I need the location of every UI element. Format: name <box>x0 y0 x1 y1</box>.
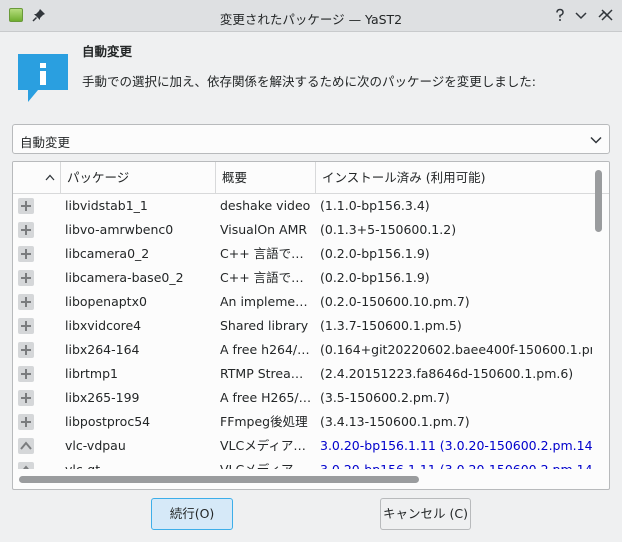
package-version: (0.2.0-150600.10.pm.7) <box>320 294 470 309</box>
package-version: (3.4.13-150600.1.pm.7) <box>320 414 470 429</box>
package-summary: A free h264/avc <box>220 342 312 357</box>
table-header: パッケージ 概要 インストール済み (利用可能) <box>13 162 609 194</box>
table-body: libvidstab1_1 deshake video (1.1.0-bp156.3… <box>13 194 593 469</box>
package-name: libcamera-base0_2 <box>65 270 184 285</box>
install-status-icon[interactable] <box>18 198 34 214</box>
info-icon <box>18 54 68 102</box>
install-status-icon[interactable] <box>18 414 34 430</box>
table-row[interactable]: libvidstab1_1 deshake video (1.1.0-bp156.3… <box>13 194 593 218</box>
table-row[interactable]: libx264-164 A free h264/avc (0.164+git2022… <box>13 338 593 362</box>
table-row[interactable]: libopenaptx0 An implementation (0.2.0-1506… <box>13 290 593 314</box>
package-name: libopenaptx0 <box>65 294 147 309</box>
package-version: (0.1.3+5-150600.1.2) <box>320 222 457 237</box>
package-summary: C++ 言語で複数 <box>220 246 312 261</box>
package-name: libcamera0_2 <box>65 246 150 261</box>
install-status-icon[interactable] <box>18 342 34 358</box>
sort-ascending-icon <box>45 174 55 181</box>
package-summary: VisualOn AMR <box>220 222 308 237</box>
package-summary: VLCメディアプレーヤー <box>220 458 312 469</box>
install-status-icon[interactable] <box>18 318 34 334</box>
cancel-button[interactable]: キャンセル (C) <box>380 498 471 530</box>
table-row[interactable]: libpostproc54 FFmpeg後処理 (3.4.13-150600.1.p… <box>13 410 593 434</box>
table-row[interactable]: vlc-vdpau VLCメディアプレーヤー 3.0.20-bp156.1.11 (… <box>13 434 593 458</box>
close-icon[interactable] <box>599 7 615 23</box>
package-summary: C++ 言語で複数 <box>220 270 312 285</box>
title-bar: 変更されたパッケージ — YaST2 <box>0 0 622 32</box>
package-version: (0.2.0-bp156.1.9) <box>320 270 430 285</box>
column-header-package[interactable]: パッケージ <box>61 162 216 193</box>
install-status-icon[interactable] <box>18 390 34 406</box>
filter-selected-value: 自動変更 <box>20 135 71 150</box>
install-status-icon[interactable] <box>18 246 34 262</box>
horizontal-scrollbar-thumb[interactable] <box>19 476 419 483</box>
chevron-down-icon <box>590 136 602 144</box>
update-status-icon[interactable] <box>18 438 34 454</box>
column-header-summary[interactable]: 概要 <box>216 162 316 193</box>
package-version: (1.1.0-bp156.3.4) <box>320 198 430 213</box>
package-name: libx265-199 <box>65 390 140 405</box>
table-row[interactable]: libcamera0_2 C++ 言語で複数 (0.2.0-bp156.1.9) <box>13 242 593 266</box>
package-name: libpostproc54 <box>65 414 151 429</box>
package-version: (0.2.0-bp156.1.9) <box>320 246 430 261</box>
package-name: vlc-vdpau <box>65 438 126 453</box>
install-status-icon[interactable] <box>18 294 34 310</box>
table-row[interactable]: librtmp1 RTMP Streaming (2.4.20151223.fa86… <box>13 362 593 386</box>
package-summary: RTMP Streaming <box>220 366 312 381</box>
package-summary: VLCメディアプレーヤー <box>220 438 312 453</box>
column-header-version[interactable]: インストール済み (利用可能) <box>316 162 592 193</box>
package-name: libvo-amrwbenc0 <box>65 222 174 237</box>
package-summary: deshake video <box>220 198 311 213</box>
install-status-icon[interactable] <box>18 366 34 382</box>
table-row[interactable]: vlc-qt VLCメディアプレーヤー 3.0.20-bp156.1.11 (3.0… <box>13 458 593 469</box>
filter-select[interactable]: 自動変更 <box>12 124 610 154</box>
package-version: (2.4.20151223.fa8646d-150600.1.pm.6) <box>320 366 574 381</box>
package-version: (1.3.7-150600.1.pm.5) <box>320 318 462 333</box>
package-version: (0.164+git20220602.baee400f-150600.1.pm.… <box>320 342 592 357</box>
install-status-icon[interactable] <box>18 222 34 238</box>
vertical-scrollbar-thumb[interactable] <box>595 170 602 232</box>
package-name: libvidstab1_1 <box>65 198 148 213</box>
package-version: (3.5-150600.2.pm.7) <box>320 390 450 405</box>
column-header-status[interactable] <box>13 162 61 193</box>
package-summary: FFmpeg後処理 <box>220 414 308 429</box>
package-name: libx264-164 <box>65 342 140 357</box>
package-name: librtmp1 <box>65 366 118 381</box>
table-row[interactable]: libxvidcore4 Shared library (1.3.7-150600.… <box>13 314 593 338</box>
window-title: 変更されたパッケージ — YaST2 <box>219 12 403 27</box>
install-status-icon[interactable] <box>18 270 34 286</box>
package-table[interactable]: パッケージ 概要 インストール済み (利用可能) libvidstab1_1 de… <box>12 161 610 490</box>
continue-button[interactable]: 続行(O) <box>151 498 233 530</box>
table-row[interactable]: libcamera-base0_2 C++ 言語で複数 (0.2.0-bp156.1… <box>13 266 593 290</box>
table-row[interactable]: libvo-amrwbenc0 VisualOn AMR (0.1.3+5-1506… <box>13 218 593 242</box>
package-summary: An implementation <box>220 294 312 309</box>
header-description: 手動での選択に加え、依存関係を解決するために次のパッケージを変更しました: <box>82 74 536 89</box>
update-status-icon[interactable] <box>18 462 34 469</box>
package-version: 3.0.20-bp156.1.11 (3.0.20-150600.2.pm.14… <box>320 438 592 453</box>
table-row[interactable]: libx265-199 A free H265/HEVC (3.5-150600.2… <box>13 386 593 410</box>
help-icon[interactable] <box>552 7 568 23</box>
package-name: libxvidcore4 <box>65 318 142 333</box>
package-version: 3.0.20-bp156.1.11 (3.0.20-150600.2.pm.14… <box>320 458 592 469</box>
minimize-icon[interactable] <box>573 7 589 23</box>
package-name: vlc-qt <box>65 458 213 469</box>
package-summary: Shared library <box>220 318 309 333</box>
package-summary: A free H265/HEVC <box>220 390 312 405</box>
header-title: 自動変更 <box>82 44 133 59</box>
